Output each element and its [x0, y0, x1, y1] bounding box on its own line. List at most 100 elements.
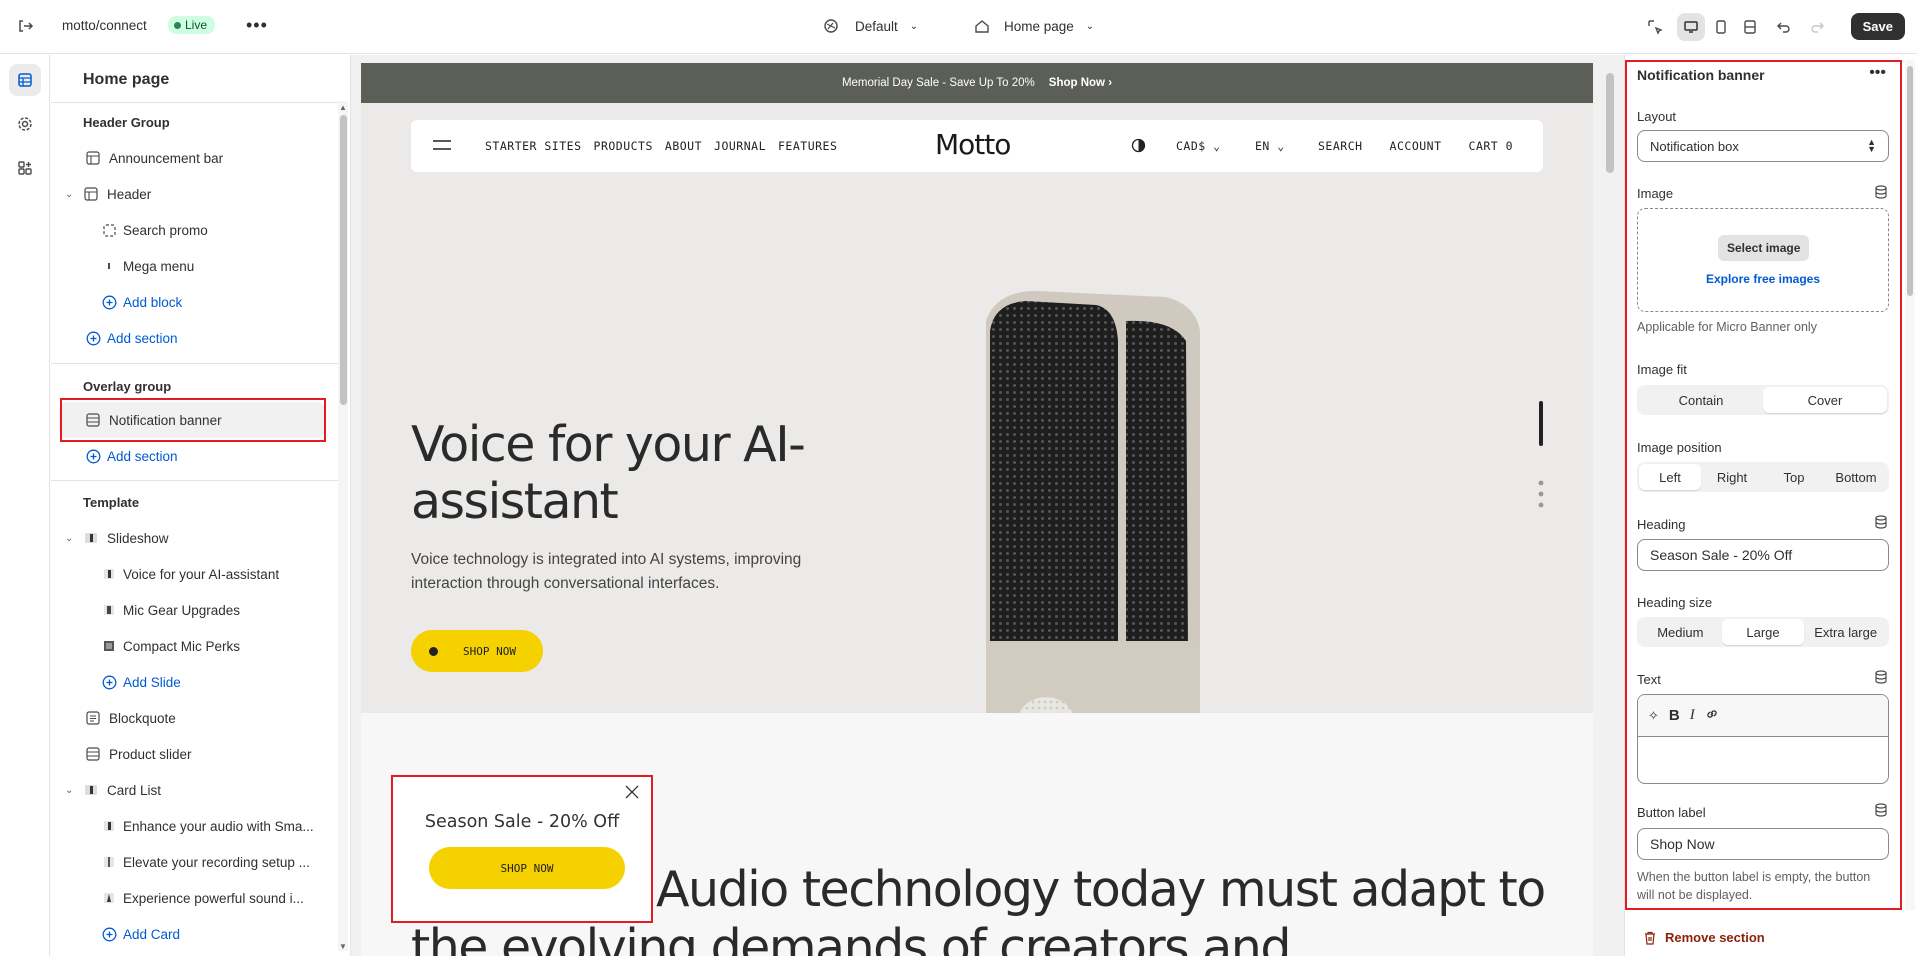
scroll-down-icon[interactable]: ▼: [339, 942, 347, 951]
chevron-down-icon: ⌄: [1213, 139, 1221, 153]
inspector-icon[interactable]: [1641, 13, 1669, 41]
image-fit-option-selected[interactable]: Cover: [1763, 387, 1887, 413]
popup-shop-button[interactable]: SHOP NOW: [429, 847, 625, 889]
card-item[interactable]: Elevate your recording setup ...: [99, 844, 310, 880]
scroll-thumb[interactable]: [1606, 73, 1614, 173]
nav-link[interactable]: STARTER SITES: [485, 139, 582, 153]
trash-icon: [1645, 931, 1655, 945]
settings-gear-icon[interactable]: [9, 108, 41, 140]
hero-shop-button[interactable]: SHOP NOW: [411, 630, 543, 672]
section-blockquote[interactable]: Blockquote: [83, 700, 176, 736]
image-position-option[interactable]: Top: [1763, 464, 1825, 490]
settings-scrollbar[interactable]: [1905, 60, 1915, 910]
dynamic-source-icon[interactable]: [1874, 670, 1888, 687]
heading-size-option-selected[interactable]: Large: [1721, 619, 1805, 645]
heading-size-option[interactable]: Medium: [1639, 619, 1722, 645]
link-icon[interactable]: [1705, 707, 1719, 724]
announcement-link[interactable]: Shop Now ›: [1049, 77, 1112, 89]
chevron-down-icon[interactable]: ⌄: [65, 785, 81, 796]
add-section-button[interactable]: Add section: [83, 320, 178, 356]
redo-icon[interactable]: [1803, 13, 1831, 41]
slide-item[interactable]: Compact Mic Perks: [99, 628, 240, 664]
scroll-up-icon[interactable]: ▲: [339, 103, 347, 112]
site-logo[interactable]: Motto: [935, 128, 1011, 161]
undo-icon[interactable]: [1770, 13, 1798, 41]
nav-link[interactable]: JOURNAL: [714, 139, 766, 153]
chevron-down-icon[interactable]: ⌄: [65, 533, 81, 544]
remove-section-button[interactable]: Remove section: [1643, 930, 1765, 945]
section-slideshow[interactable]: ⌄ Slideshow: [65, 520, 169, 556]
card-label: Enhance your audio with Sma...: [123, 818, 314, 834]
italic-icon[interactable]: I: [1690, 707, 1695, 724]
section-product-slider[interactable]: Product slider: [83, 736, 192, 772]
card-item[interactable]: Enhance your audio with Sma...: [99, 808, 314, 844]
dynamic-source-icon[interactable]: [1874, 803, 1888, 820]
nav-link[interactable]: ABOUT: [665, 139, 702, 153]
image-position-option[interactable]: Bottom: [1825, 464, 1887, 490]
sections-icon[interactable]: [9, 64, 41, 96]
search-link[interactable]: SEARCH: [1318, 139, 1363, 153]
add-section-button[interactable]: Add section: [83, 438, 178, 474]
layout-select[interactable]: Notification box ▲ ▼: [1637, 130, 1889, 162]
add-slide-button[interactable]: Add Slide: [99, 664, 181, 700]
explore-images-link[interactable]: Explore free images: [1638, 272, 1888, 286]
slide-thumbnail: [99, 568, 119, 580]
section-card-list[interactable]: ⌄ Card List: [65, 772, 161, 808]
add-block-button[interactable]: Add block: [99, 284, 182, 320]
announcement-text: Memorial Day Sale - Save Up To 20%: [841, 77, 1035, 89]
cart-link[interactable]: CART 0: [1469, 139, 1514, 153]
currency-selector[interactable]: CAD$ ⌄: [1176, 139, 1221, 153]
scroll-thumb[interactable]: [340, 115, 347, 405]
theme-selector[interactable]: Default ⌄: [823, 18, 918, 34]
language-selector[interactable]: EN ⌄: [1255, 139, 1285, 153]
contrast-icon[interactable]: [1131, 138, 1146, 156]
bold-icon[interactable]: B: [1669, 707, 1680, 724]
apps-icon[interactable]: [9, 152, 41, 184]
image-position-option[interactable]: Right: [1701, 464, 1763, 490]
page-selector[interactable]: Home page ⌄: [974, 18, 1094, 34]
heading-input[interactable]: Season Sale - 20% Off: [1637, 539, 1889, 571]
plus-circle-icon: [83, 331, 103, 346]
dynamic-source-icon[interactable]: [1874, 185, 1888, 202]
dynamic-source-icon[interactable]: [1874, 515, 1888, 532]
button-help-text: When the button label is empty, the butt…: [1637, 870, 1871, 902]
section-announcement-bar[interactable]: Announcement bar: [83, 140, 223, 176]
block-search-promo[interactable]: Search promo: [99, 212, 208, 248]
scroll-thumb[interactable]: [1907, 66, 1913, 296]
nav-link[interactable]: FEATURES: [778, 139, 837, 153]
block-mega-menu[interactable]: Mega menu: [99, 248, 194, 284]
exit-icon[interactable]: [16, 17, 34, 35]
mobile-view-icon[interactable]: [1707, 13, 1735, 41]
desktop-view-icon[interactable]: [1677, 13, 1705, 41]
add-card-button[interactable]: Add Card: [99, 916, 180, 952]
account-link[interactable]: ACCOUNT: [1390, 139, 1442, 153]
card-item[interactable]: Experience powerful sound i...: [99, 880, 304, 916]
section-header[interactable]: ⌄ Header: [65, 176, 151, 212]
full-width-view-icon[interactable]: [1736, 13, 1764, 41]
button-label-input[interactable]: Shop Now: [1637, 828, 1889, 860]
image-position-option-selected[interactable]: Left: [1639, 464, 1701, 490]
more-actions-icon[interactable]: •••: [246, 15, 268, 36]
magic-wand-icon[interactable]: ✧: [1648, 708, 1659, 724]
slide-indicator[interactable]: [1537, 401, 1545, 514]
dashed-frame-icon: [99, 223, 119, 237]
group-header-group: Header Group: [83, 114, 170, 130]
group-template: Template: [83, 494, 140, 510]
select-image-button[interactable]: Select image: [1718, 235, 1810, 261]
nav-link[interactable]: PRODUCTS: [594, 139, 653, 153]
image-fit-option[interactable]: Contain: [1639, 387, 1763, 413]
close-icon[interactable]: [625, 785, 639, 802]
left-scrollbar[interactable]: ▲ ▼: [338, 101, 348, 951]
save-button[interactable]: Save: [1850, 13, 1905, 40]
chevron-down-icon[interactable]: ⌄: [65, 189, 81, 200]
more-actions-icon[interactable]: •••: [1869, 64, 1886, 82]
preview-scrollbar[interactable]: [1604, 63, 1616, 956]
remove-section-label: Remove section: [1665, 930, 1765, 945]
section-icon: [81, 187, 101, 201]
heading-size-option[interactable]: Extra large: [1804, 619, 1887, 645]
rte-content[interactable]: [1638, 737, 1888, 783]
slide-item[interactable]: Voice for your AI-assistant: [99, 556, 279, 592]
card-list-thumbnail: [81, 783, 101, 797]
slide-item[interactable]: Mic Gear Upgrades: [99, 592, 240, 628]
hamburger-icon[interactable]: [433, 139, 451, 154]
